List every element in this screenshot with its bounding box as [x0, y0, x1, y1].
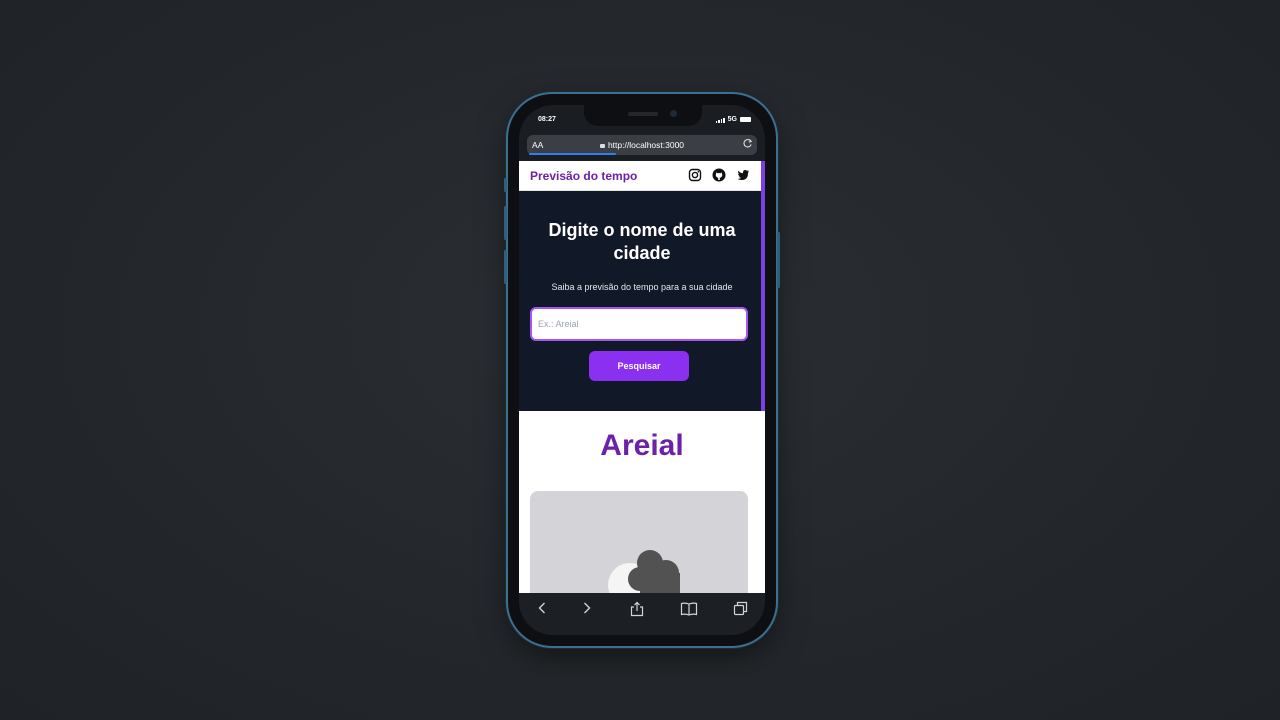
front-camera — [670, 110, 677, 117]
city-search-input[interactable]: Ex.: Areial — [530, 307, 748, 341]
tabs-icon[interactable] — [733, 601, 748, 622]
back-icon[interactable] — [537, 601, 547, 620]
web-content: Previsão do tempo Digite o nome de uma c… — [519, 161, 765, 593]
search-button[interactable]: Pesquisar — [589, 351, 689, 381]
github-icon[interactable] — [711, 167, 727, 183]
forward-icon[interactable] — [582, 601, 592, 620]
hero-subtitle: Saiba a previsão do tempo para a sua cid… — [551, 282, 733, 292]
bookmarks-icon[interactable] — [680, 601, 698, 622]
volume-down-button — [504, 250, 507, 284]
instagram-icon[interactable] — [687, 167, 703, 183]
status-time: 08:27 — [538, 116, 556, 123]
lock-icon — [599, 144, 605, 148]
site-navbar: Previsão do tempo — [519, 161, 765, 191]
url-display[interactable]: http://localhost:3000 — [527, 140, 757, 150]
city-name: Areial — [600, 429, 684, 462]
partly-cloudy-icon — [600, 543, 700, 593]
hero-section: Digite o nome de uma cidade Saiba a prev… — [519, 191, 765, 411]
page-scrollbar[interactable] — [761, 161, 765, 411]
phone-screen: 08:27 5G AA http://localhost:3000 Previs… — [519, 105, 765, 635]
notch — [584, 105, 702, 126]
share-icon[interactable] — [630, 601, 644, 622]
signal-icon — [715, 117, 725, 123]
volume-up-button — [504, 206, 507, 240]
twitter-icon[interactable] — [735, 167, 751, 183]
phone-frame: 08:27 5G AA http://localhost:3000 Previs… — [504, 94, 780, 646]
speaker — [628, 112, 658, 116]
network-label: 5G — [727, 116, 737, 123]
brand-title[interactable]: Previsão do tempo — [530, 169, 637, 183]
battery-icon — [740, 117, 751, 122]
browser-toolbar — [519, 593, 765, 635]
reload-icon[interactable] — [742, 138, 753, 151]
mute-switch — [504, 178, 507, 192]
weather-card — [530, 491, 748, 593]
hero-title: Digite o nome de uma cidade — [548, 220, 736, 263]
address-bar[interactable]: AA http://localhost:3000 — [527, 135, 757, 155]
url-text: http://localhost:3000 — [607, 140, 685, 150]
load-progress-bar — [529, 153, 617, 155]
power-button — [777, 232, 780, 288]
